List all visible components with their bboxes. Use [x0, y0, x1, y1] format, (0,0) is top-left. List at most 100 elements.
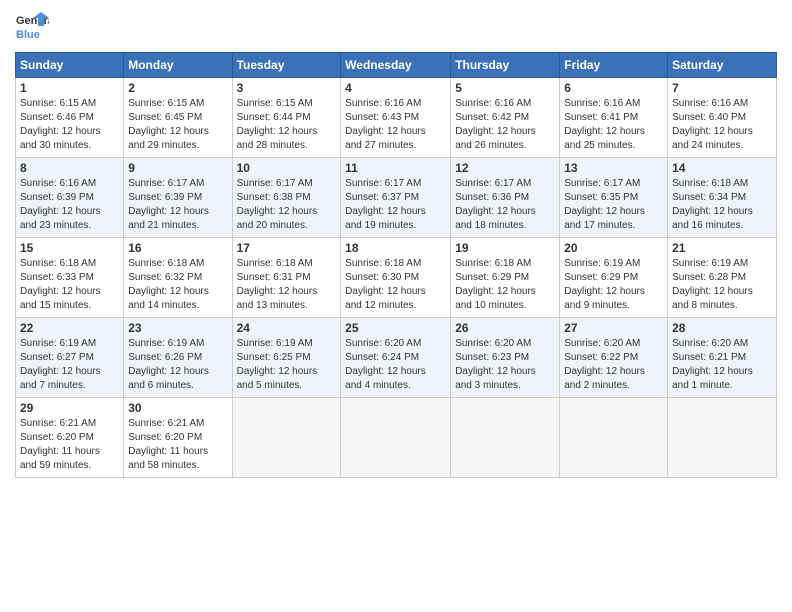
- day-number: 4: [345, 81, 446, 95]
- calendar-cell: 26 Sunrise: 6:20 AM Sunset: 6:23 PM Dayli…: [451, 318, 560, 398]
- day-info: Sunrise: 6:19 AM Sunset: 6:26 PM Dayligh…: [128, 337, 227, 393]
- header-sunday: Sunday: [16, 53, 124, 78]
- day-info: Sunrise: 6:16 AM Sunset: 6:40 PM Dayligh…: [672, 97, 772, 153]
- calendar-cell: 1Sunrise: 6:15 AM Sunset: 6:46 PM Daylig…: [16, 78, 124, 158]
- day-number: 13: [564, 161, 663, 175]
- day-info: Sunrise: 6:20 AM Sunset: 6:23 PM Dayligh…: [455, 337, 555, 393]
- day-info: Sunrise: 6:19 AM Sunset: 6:29 PM Dayligh…: [564, 257, 663, 313]
- calendar-cell: [451, 398, 560, 478]
- header-friday: Friday: [560, 53, 668, 78]
- calendar-cell: 2Sunrise: 6:15 AM Sunset: 6:45 PM Daylig…: [124, 78, 232, 158]
- day-number: 23: [128, 321, 227, 335]
- day-info: Sunrise: 6:18 AM Sunset: 6:34 PM Dayligh…: [672, 177, 772, 233]
- day-info: Sunrise: 6:21 AM Sunset: 6:20 PM Dayligh…: [128, 417, 227, 473]
- day-number: 29: [20, 401, 119, 415]
- day-number: 17: [237, 241, 337, 255]
- calendar-cell: [668, 398, 777, 478]
- calendar-cell: [232, 398, 341, 478]
- calendar-cell: 24 Sunrise: 6:19 AM Sunset: 6:25 PM Dayli…: [232, 318, 341, 398]
- header-tuesday: Tuesday: [232, 53, 341, 78]
- day-number: 16: [128, 241, 227, 255]
- logo: General Blue: [15, 10, 49, 44]
- day-number: 11: [345, 161, 446, 175]
- day-info: Sunrise: 6:16 AM Sunset: 6:39 PM Dayligh…: [20, 177, 119, 233]
- day-number: 19: [455, 241, 555, 255]
- day-info: Sunrise: 6:20 AM Sunset: 6:22 PM Dayligh…: [564, 337, 663, 393]
- svg-text:Blue: Blue: [16, 29, 40, 41]
- day-info: Sunrise: 6:19 AM Sunset: 6:28 PM Dayligh…: [672, 257, 772, 313]
- calendar-cell: 22Sunrise: 6:19 AM Sunset: 6:27 PM Dayli…: [16, 318, 124, 398]
- calendar-cell: 14Sunrise: 6:18 AM Sunset: 6:34 PM Dayli…: [668, 158, 777, 238]
- day-info: Sunrise: 6:17 AM Sunset: 6:39 PM Dayligh…: [128, 177, 227, 233]
- week-row-2: 8 Sunrise: 6:16 AM Sunset: 6:39 PM Daylig…: [16, 158, 777, 238]
- day-number: 8: [20, 161, 119, 175]
- calendar-cell: 20 Sunrise: 6:19 AM Sunset: 6:29 PM Dayli…: [560, 238, 668, 318]
- calendar-cell: 13Sunrise: 6:17 AM Sunset: 6:35 PM Dayli…: [560, 158, 668, 238]
- day-number: 28: [672, 321, 772, 335]
- day-number: 5: [455, 81, 555, 95]
- header-thursday: Thursday: [451, 53, 560, 78]
- calendar-cell: 12Sunrise: 6:17 AM Sunset: 6:36 PM Dayli…: [451, 158, 560, 238]
- day-info: Sunrise: 6:15 AM Sunset: 6:45 PM Dayligh…: [128, 97, 227, 153]
- day-info: Sunrise: 6:18 AM Sunset: 6:29 PM Dayligh…: [455, 257, 555, 313]
- day-number: 24: [237, 321, 337, 335]
- calendar-cell: 19 Sunrise: 6:18 AM Sunset: 6:29 PM Dayli…: [451, 238, 560, 318]
- logo-svg: General Blue: [15, 10, 49, 44]
- day-info: Sunrise: 6:19 AM Sunset: 6:25 PM Dayligh…: [237, 337, 337, 393]
- day-number: 3: [237, 81, 337, 95]
- day-info: Sunrise: 6:18 AM Sunset: 6:30 PM Dayligh…: [345, 257, 446, 313]
- day-number: 21: [672, 241, 772, 255]
- calendar-cell: 8 Sunrise: 6:16 AM Sunset: 6:39 PM Daylig…: [16, 158, 124, 238]
- week-row-1: 1Sunrise: 6:15 AM Sunset: 6:46 PM Daylig…: [16, 78, 777, 158]
- calendar-page: General Blue SundayMondayTuesdayWednesda…: [0, 0, 792, 612]
- calendar-cell: [341, 398, 451, 478]
- header-saturday: Saturday: [668, 53, 777, 78]
- calendar-cell: 15Sunrise: 6:18 AM Sunset: 6:33 PM Dayli…: [16, 238, 124, 318]
- day-info: Sunrise: 6:20 AM Sunset: 6:21 PM Dayligh…: [672, 337, 772, 393]
- calendar-cell: 27 Sunrise: 6:20 AM Sunset: 6:22 PM Dayli…: [560, 318, 668, 398]
- calendar-cell: 28 Sunrise: 6:20 AM Sunset: 6:21 PM Dayli…: [668, 318, 777, 398]
- day-number: 7: [672, 81, 772, 95]
- calendar-cell: 17 Sunrise: 6:18 AM Sunset: 6:31 PM Dayli…: [232, 238, 341, 318]
- calendar-cell: 25Sunrise: 6:20 AM Sunset: 6:24 PM Dayli…: [341, 318, 451, 398]
- calendar-cell: 4 Sunrise: 6:16 AM Sunset: 6:43 PM Daylig…: [341, 78, 451, 158]
- day-info: Sunrise: 6:16 AM Sunset: 6:43 PM Dayligh…: [345, 97, 446, 153]
- calendar-cell: 16 Sunrise: 6:18 AM Sunset: 6:32 PM Dayli…: [124, 238, 232, 318]
- day-number: 20: [564, 241, 663, 255]
- day-info: Sunrise: 6:16 AM Sunset: 6:41 PM Dayligh…: [564, 97, 663, 153]
- day-info: Sunrise: 6:21 AM Sunset: 6:20 PM Dayligh…: [20, 417, 119, 473]
- week-row-5: 29 Sunrise: 6:21 AM Sunset: 6:20 PM Dayli…: [16, 398, 777, 478]
- day-info: Sunrise: 6:18 AM Sunset: 6:31 PM Dayligh…: [237, 257, 337, 313]
- day-info: Sunrise: 6:17 AM Sunset: 6:38 PM Dayligh…: [237, 177, 337, 233]
- calendar-table: SundayMondayTuesdayWednesdayThursdayFrid…: [15, 52, 777, 478]
- day-info: Sunrise: 6:18 AM Sunset: 6:32 PM Dayligh…: [128, 257, 227, 313]
- day-info: Sunrise: 6:17 AM Sunset: 6:36 PM Dayligh…: [455, 177, 555, 233]
- header-monday: Monday: [124, 53, 232, 78]
- calendar-cell: 21 Sunrise: 6:19 AM Sunset: 6:28 PM Dayli…: [668, 238, 777, 318]
- day-number: 22: [20, 321, 119, 335]
- week-row-4: 22Sunrise: 6:19 AM Sunset: 6:27 PM Dayli…: [16, 318, 777, 398]
- day-info: Sunrise: 6:18 AM Sunset: 6:33 PM Dayligh…: [20, 257, 119, 313]
- day-number: 26: [455, 321, 555, 335]
- day-info: Sunrise: 6:20 AM Sunset: 6:24 PM Dayligh…: [345, 337, 446, 393]
- day-number: 30: [128, 401, 227, 415]
- day-number: 10: [237, 161, 337, 175]
- header-row: SundayMondayTuesdayWednesdayThursdayFrid…: [16, 53, 777, 78]
- day-number: 6: [564, 81, 663, 95]
- day-number: 27: [564, 321, 663, 335]
- day-number: 9: [128, 161, 227, 175]
- calendar-cell: 30 Sunrise: 6:21 AM Sunset: 6:20 PM Dayli…: [124, 398, 232, 478]
- calendar-cell: 9 Sunrise: 6:17 AM Sunset: 6:39 PM Daylig…: [124, 158, 232, 238]
- calendar-cell: 7 Sunrise: 6:16 AM Sunset: 6:40 PM Daylig…: [668, 78, 777, 158]
- day-info: Sunrise: 6:16 AM Sunset: 6:42 PM Dayligh…: [455, 97, 555, 153]
- calendar-cell: 5 Sunrise: 6:16 AM Sunset: 6:42 PM Daylig…: [451, 78, 560, 158]
- calendar-cell: 6 Sunrise: 6:16 AM Sunset: 6:41 PM Daylig…: [560, 78, 668, 158]
- day-info: Sunrise: 6:17 AM Sunset: 6:37 PM Dayligh…: [345, 177, 446, 233]
- calendar-cell: 10 Sunrise: 6:17 AM Sunset: 6:38 PM Dayli…: [232, 158, 341, 238]
- calendar-cell: 18Sunrise: 6:18 AM Sunset: 6:30 PM Dayli…: [341, 238, 451, 318]
- day-info: Sunrise: 6:15 AM Sunset: 6:44 PM Dayligh…: [237, 97, 337, 153]
- header: General Blue: [15, 10, 777, 44]
- calendar-cell: 29 Sunrise: 6:21 AM Sunset: 6:20 PM Dayli…: [16, 398, 124, 478]
- calendar-cell: [560, 398, 668, 478]
- day-number: 1: [20, 81, 119, 95]
